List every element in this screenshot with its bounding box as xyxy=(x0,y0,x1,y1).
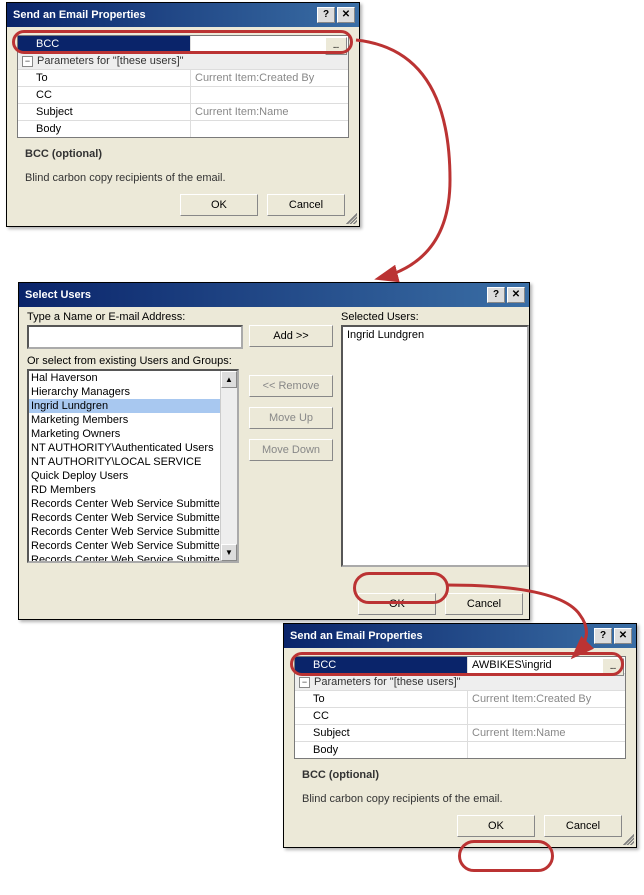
ellipsis-button[interactable]: ... xyxy=(602,658,624,676)
name-input[interactable] xyxy=(27,325,243,349)
list-item[interactable]: Marketing Members xyxy=(29,413,237,427)
resize-grip[interactable] xyxy=(620,831,634,845)
window-title: Send an Email Properties xyxy=(290,630,423,642)
property-grid[interactable]: BCC AWBIKES\ingrid ... −Parameters for "… xyxy=(294,656,626,759)
scrollbar[interactable]: ▲ ▼ xyxy=(220,371,237,561)
prop-value[interactable] xyxy=(191,121,348,137)
help-icon[interactable]: ? xyxy=(487,287,505,303)
prop-value[interactable]: Current Item:Name xyxy=(468,725,625,741)
desc-title: BCC (optional) xyxy=(302,769,379,781)
group-label: Parameters for "[these users]" xyxy=(314,676,461,688)
prop-row[interactable]: Body xyxy=(295,742,625,758)
list-item[interactable]: Hierarchy Managers xyxy=(29,385,237,399)
prop-label: Body xyxy=(295,742,468,758)
titlebar[interactable]: Send an Email Properties ? ✕ xyxy=(284,624,636,648)
prop-row[interactable]: Body xyxy=(18,121,348,137)
type-name-label: Type a Name or E-mail Address: xyxy=(27,311,237,323)
ok-button[interactable]: OK xyxy=(358,593,436,615)
prop-row-bcc[interactable]: BCC AWBIKES\ingrid xyxy=(295,657,625,674)
list-item[interactable]: RD Members xyxy=(29,483,237,497)
description-block: BCC (optional) Blind carbon copy recipie… xyxy=(292,763,628,807)
list-item[interactable]: Records Center Web Service Submitters xyxy=(29,497,237,511)
prop-label: Subject xyxy=(18,104,191,120)
list-item[interactable]: Records Center Web Service Submitters xyxy=(29,539,237,553)
prop-label: CC xyxy=(295,708,468,724)
scroll-down-icon[interactable]: ▼ xyxy=(221,544,237,561)
desc-title: BCC (optional) xyxy=(25,148,102,160)
property-grid[interactable]: BCC ... −Parameters for "[these users]" … xyxy=(17,35,349,138)
prop-row[interactable]: ToCurrent Item:Created By xyxy=(18,70,348,87)
users-listbox[interactable]: Hal HaversonHierarchy ManagersIngrid Lun… xyxy=(27,369,239,563)
email-properties-dialog-2: Send an Email Properties ? ✕ BCC AWBIKES… xyxy=(283,623,637,848)
prop-row[interactable]: SubjectCurrent Item:Name xyxy=(18,104,348,121)
prop-label: BCC xyxy=(295,657,468,673)
list-item[interactable]: Records Center Web Service Submitters xyxy=(29,525,237,539)
prop-row[interactable]: CC xyxy=(18,87,348,104)
prop-group-header[interactable]: −Parameters for "[these users]" xyxy=(295,674,625,691)
prop-value[interactable]: Current Item:Created By xyxy=(191,70,348,86)
prop-row-bcc[interactable]: BCC xyxy=(18,36,348,53)
prop-value[interactable] xyxy=(468,742,625,758)
dialog-body: BCC AWBIKES\ingrid ... −Parameters for "… xyxy=(284,648,636,847)
move-up-button[interactable]: Move Up xyxy=(249,407,333,429)
prop-label: To xyxy=(18,70,191,86)
ok-button[interactable]: OK xyxy=(180,194,258,216)
list-item[interactable]: NT AUTHORITY\Authenticated Users xyxy=(29,441,237,455)
prop-row[interactable]: CC xyxy=(295,708,625,725)
email-properties-dialog-1: Send an Email Properties ? ✕ BCC ... −Pa… xyxy=(6,2,360,227)
window-title: Select Users xyxy=(25,289,91,301)
prop-row[interactable]: SubjectCurrent Item:Name xyxy=(295,725,625,742)
description-block: BCC (optional) Blind carbon copy recipie… xyxy=(15,142,351,186)
list-item[interactable]: Records Center Web Service Submitters xyxy=(29,553,237,563)
titlebar[interactable]: Send an Email Properties ? ✕ xyxy=(7,3,359,27)
prop-label: Body xyxy=(18,121,191,137)
prop-label: CC xyxy=(18,87,191,103)
prop-label: BCC xyxy=(18,36,191,52)
cancel-button[interactable]: Cancel xyxy=(445,593,523,615)
selected-user-item[interactable]: Ingrid Lundgren xyxy=(347,329,523,341)
or-select-label: Or select from existing Users and Groups… xyxy=(27,355,237,367)
dialog-body: Type a Name or E-mail Address: Or select… xyxy=(19,307,529,619)
window-title: Send an Email Properties xyxy=(13,9,146,21)
prop-value[interactable] xyxy=(191,87,348,103)
annotation-arrow xyxy=(350,30,500,290)
ok-button[interactable]: OK xyxy=(457,815,535,837)
cancel-button[interactable]: Cancel xyxy=(267,194,345,216)
selected-users-label: Selected Users: xyxy=(341,311,529,323)
resize-grip[interactable] xyxy=(343,210,357,224)
group-label: Parameters for "[these users]" xyxy=(37,55,184,67)
scroll-up-icon[interactable]: ▲ xyxy=(221,371,237,388)
list-item[interactable]: Marketing Owners xyxy=(29,427,237,441)
list-item[interactable]: Ingrid Lundgren xyxy=(29,399,237,413)
prop-label: Subject xyxy=(295,725,468,741)
help-icon[interactable]: ? xyxy=(594,628,612,644)
move-down-button[interactable]: Move Down xyxy=(249,439,333,461)
prop-label: To xyxy=(295,691,468,707)
collapse-icon[interactable]: − xyxy=(299,677,310,688)
close-icon[interactable]: ✕ xyxy=(337,7,355,23)
help-icon[interactable]: ? xyxy=(317,7,335,23)
desc-text: Blind carbon copy recipients of the emai… xyxy=(302,793,503,805)
prop-group-header[interactable]: −Parameters for "[these users]" xyxy=(18,53,348,70)
selected-users-list[interactable]: Ingrid Lundgren xyxy=(341,325,529,567)
ellipsis-button[interactable]: ... xyxy=(325,37,347,55)
close-icon[interactable]: ✕ xyxy=(614,628,632,644)
list-item[interactable]: Quick Deploy Users xyxy=(29,469,237,483)
prop-row[interactable]: ToCurrent Item:Created By xyxy=(295,691,625,708)
add-button[interactable]: Add >> xyxy=(249,325,333,347)
cancel-button[interactable]: Cancel xyxy=(544,815,622,837)
list-item[interactable]: Records Center Web Service Submitters xyxy=(29,511,237,525)
collapse-icon[interactable]: − xyxy=(22,56,33,67)
titlebar[interactable]: Select Users ? ✕ xyxy=(19,283,529,307)
prop-value[interactable]: Current Item:Name xyxy=(191,104,348,120)
desc-text: Blind carbon copy recipients of the emai… xyxy=(25,172,226,184)
prop-value[interactable] xyxy=(468,708,625,724)
close-icon[interactable]: ✕ xyxy=(507,287,525,303)
remove-button[interactable]: << Remove xyxy=(249,375,333,397)
list-item[interactable]: NT AUTHORITY\LOCAL SERVICE xyxy=(29,455,237,469)
select-users-dialog: Select Users ? ✕ Type a Name or E-mail A… xyxy=(18,282,530,620)
prop-value[interactable]: Current Item:Created By xyxy=(468,691,625,707)
list-item[interactable]: Hal Haverson xyxy=(29,371,237,385)
dialog-body: BCC ... −Parameters for "[these users]" … xyxy=(7,27,359,226)
